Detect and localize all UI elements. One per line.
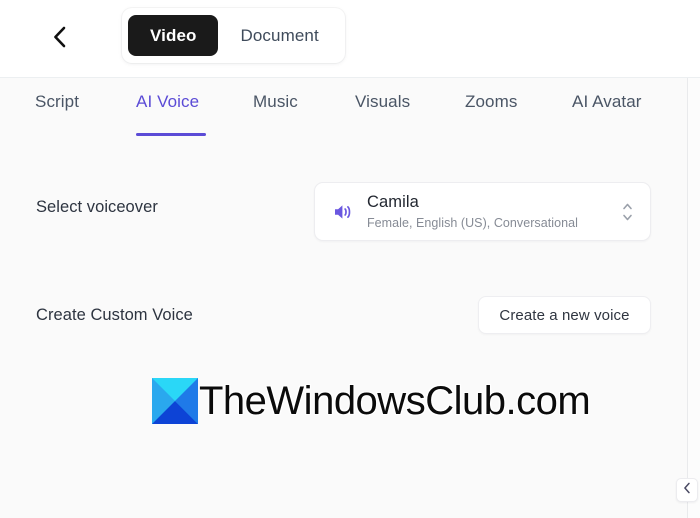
watermark-text: TheWindowsClub.com [199,379,591,423]
chevron-left-icon [52,25,67,49]
tab-bar: Script AI Voice Music Visuals Zooms AI A… [0,78,687,142]
create-new-voice-button-label: Create a new voice [499,306,630,324]
tab-script[interactable]: Script [35,92,79,112]
speaker-wave-icon [332,201,354,223]
tab-zooms-label: Zooms [465,92,518,111]
chevron-left-icon [683,481,691,499]
select-voiceover-label: Select voiceover [36,198,158,216]
tab-ai-avatar-label: AI Avatar [572,92,642,111]
tab-music-label: Music [253,92,298,111]
segment-video[interactable]: Video [128,15,219,56]
voiceover-name: Camila [367,193,419,211]
collapse-panel-button[interactable] [676,478,698,502]
tab-visuals-label: Visuals [355,92,411,111]
back-button[interactable] [44,22,74,52]
chevron-up-down-icon[interactable] [620,199,634,225]
app-root: Video Document Script AI Voice Music Vis… [0,0,700,518]
tab-ai-voice[interactable]: AI Voice [136,92,199,112]
thewindowsclub-logo [152,378,198,424]
segment-document[interactable]: Document [220,15,338,56]
mode-segmented-control: Video Document [122,8,345,63]
tab-zooms[interactable]: Zooms [465,92,517,112]
segment-document-label: Document [240,25,319,45]
right-rail [687,78,700,518]
tab-ai-voice-label: AI Voice [136,92,200,111]
watermark: TheWindowsClub.com [152,377,591,425]
create-custom-voice-label: Create Custom Voice [36,306,193,324]
voiceover-meta: Female, English (US), Conversational [367,216,578,230]
tab-music[interactable]: Music [253,92,298,112]
tab-script-label: Script [35,92,80,111]
segment-video-label: Video [150,25,197,45]
tab-active-underline [136,133,206,136]
voiceover-select[interactable]: Camila Female, English (US), Conversatio… [314,182,651,241]
tab-visuals[interactable]: Visuals [355,92,410,112]
voiceover-text-block: Camila Female, English (US), Conversatio… [367,192,578,232]
top-header: Video Document [0,0,700,78]
create-new-voice-button[interactable]: Create a new voice [478,296,651,334]
tab-ai-avatar[interactable]: AI Avatar [572,92,642,112]
content-area: Script AI Voice Music Visuals Zooms AI A… [0,78,687,518]
